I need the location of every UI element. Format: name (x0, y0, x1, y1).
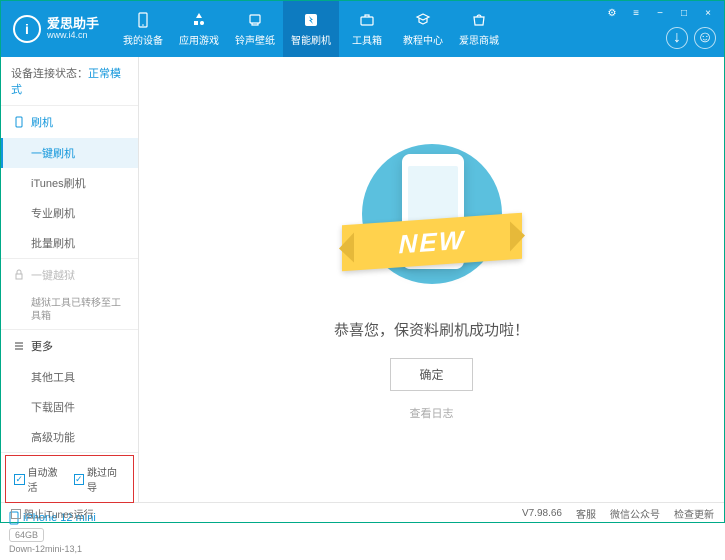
sidebar-item-oneclick-flash[interactable]: 一键刷机 (1, 138, 138, 168)
cb-label: 自动激活 (28, 464, 66, 494)
list-icon (13, 340, 25, 352)
nav-apps[interactable]: 应用游戏 (171, 1, 227, 57)
phone-icon (134, 11, 152, 29)
sidebar-item-advanced[interactable]: 高级功能 (1, 422, 138, 452)
app-header: i 爱思助手 www.i4.cn 我的设备 应用游戏 铃声壁纸 智能刷机 工具箱… (1, 1, 724, 57)
nav-label: 教程中心 (403, 32, 443, 47)
confirm-button[interactable]: 确定 (390, 358, 472, 391)
nav-tutorial[interactable]: 教程中心 (395, 1, 451, 57)
device-firmware: Down-12mini-13,1 (9, 544, 130, 554)
maximize-button[interactable]: □ (676, 5, 692, 21)
nav-store[interactable]: 爱思商城 (451, 1, 507, 57)
nav-label: 铃声壁纸 (235, 32, 275, 47)
block-itunes-label: 阻止iTunes运行 (24, 506, 94, 521)
cb-label: 跳过向导 (87, 464, 125, 494)
brand-url: www.i4.cn (47, 31, 99, 41)
wechat-link[interactable]: 微信公众号 (610, 506, 660, 521)
check-icon: ✓ (14, 474, 25, 485)
phone-icon (13, 116, 25, 128)
user-icon[interactable]: ☺ (694, 27, 716, 49)
sidebar-item-batch-flash[interactable]: 批量刷机 (1, 228, 138, 258)
ringtone-icon (246, 11, 264, 29)
success-illustration: NEW (332, 139, 532, 299)
footer-left: 阻止iTunes运行 (11, 506, 94, 521)
brand-text: 爱思助手 www.i4.cn (47, 17, 99, 41)
store-icon (470, 11, 488, 29)
check-icon: ✓ (74, 474, 85, 485)
tutorial-icon (414, 11, 432, 29)
jailbreak-section: 一键越狱 越狱工具已转移至工具箱 (1, 259, 138, 330)
nav-smart-flash[interactable]: 智能刷机 (283, 1, 339, 57)
sidebar-item-other-tools[interactable]: 其他工具 (1, 362, 138, 392)
device-storage-badge: 64GB (9, 528, 44, 542)
window-controls: ⚙ ≡ − □ × (596, 1, 724, 25)
service-link[interactable]: 客服 (576, 506, 596, 521)
lock-icon (13, 269, 25, 281)
sidebar-header-flash[interactable]: 刷机 (1, 106, 138, 138)
sidebar-item-pro-flash[interactable]: 专业刷机 (1, 198, 138, 228)
toolbox-icon (358, 11, 376, 29)
check-update-link[interactable]: 检查更新 (674, 506, 714, 521)
nav-label: 爱思商城 (459, 32, 499, 47)
version-label: V7.98.66 (522, 508, 562, 519)
logo-area: i 爱思助手 www.i4.cn (1, 15, 111, 43)
nav-label: 工具箱 (352, 32, 382, 47)
flash-section: 刷机 一键刷机 iTunes刷机 专业刷机 批量刷机 (1, 106, 138, 259)
brand-name: 爱思助手 (47, 17, 99, 31)
main-content: NEW 恭喜您，保资料刷机成功啦！ 确定 查看日志 (139, 57, 724, 502)
nav-label: 应用游戏 (179, 32, 219, 47)
minimize-button[interactable]: − (652, 5, 668, 21)
sidebar: 设备连接状态：正常模式 刷机 一键刷机 iTunes刷机 专业刷机 批量刷机 一… (1, 57, 139, 502)
settings-icon[interactable]: ⚙ (604, 5, 620, 21)
nav-my-device[interactable]: 我的设备 (115, 1, 171, 57)
sidebar-header-jailbreak[interactable]: 一键越狱 (1, 259, 138, 291)
nav-label: 智能刷机 (291, 32, 331, 47)
checkbox-auto-activate[interactable]: ✓自动激活 (14, 464, 66, 494)
main-nav: 我的设备 应用游戏 铃声壁纸 智能刷机 工具箱 教程中心 爱思商城 (115, 1, 507, 57)
footer-right: V7.98.66 客服 微信公众号 检查更新 (522, 506, 714, 521)
close-button[interactable]: × (700, 5, 716, 21)
connection-status: 设备连接状态：正常模式 (1, 57, 138, 106)
sidebar-item-download-fw[interactable]: 下载固件 (1, 392, 138, 422)
nav-toolbox[interactable]: 工具箱 (339, 1, 395, 57)
nav-label: 我的设备 (123, 32, 163, 47)
checkbox-skip-guide[interactable]: ✓跳过向导 (74, 464, 126, 494)
flash-header-label: 刷机 (31, 114, 53, 130)
jailbreak-header-label: 一键越狱 (31, 267, 75, 283)
flash-icon (302, 11, 320, 29)
logo-icon: i (13, 15, 41, 43)
jailbreak-note: 越狱工具已转移至工具箱 (1, 291, 138, 329)
conn-label: 设备连接状态： (11, 68, 88, 80)
checkbox-icon (11, 509, 21, 519)
more-section: 更多 其他工具 下载固件 高级功能 (1, 330, 138, 453)
menu-icon[interactable]: ≡ (628, 5, 644, 21)
view-log-link[interactable]: 查看日志 (410, 405, 454, 421)
download-icon[interactable]: ↓ (666, 27, 688, 49)
sidebar-header-more[interactable]: 更多 (1, 330, 138, 362)
apps-icon (190, 11, 208, 29)
sidebar-item-itunes-flash[interactable]: iTunes刷机 (1, 168, 138, 198)
more-header-label: 更多 (31, 338, 53, 354)
body-area: 设备连接状态：正常模式 刷机 一键刷机 iTunes刷机 专业刷机 批量刷机 一… (1, 57, 724, 502)
header-right: ↓ ☺ (666, 27, 716, 49)
checkbox-row: ✓自动激活 ✓跳过向导 (5, 455, 134, 503)
success-message: 恭喜您，保资料刷机成功啦！ (334, 319, 529, 340)
nav-ringtone[interactable]: 铃声壁纸 (227, 1, 283, 57)
checkbox-block-itunes[interactable]: 阻止iTunes运行 (11, 506, 94, 521)
